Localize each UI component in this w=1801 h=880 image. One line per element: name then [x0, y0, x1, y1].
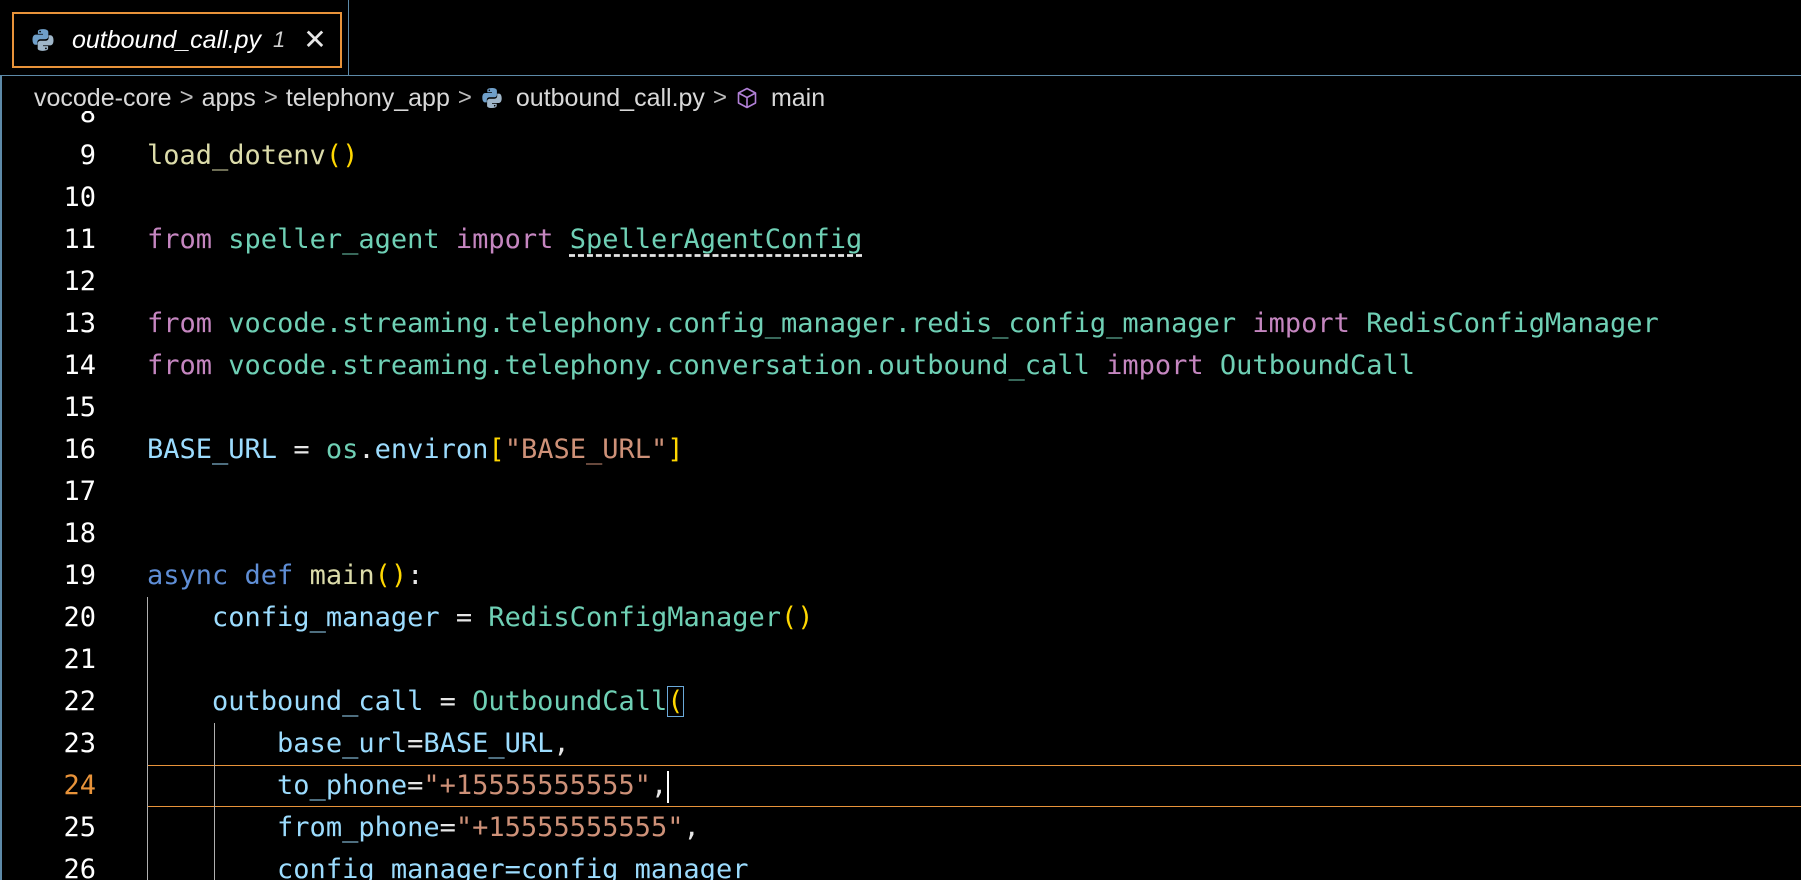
- tab-divider: [348, 0, 349, 76]
- code-line: 12: [0, 261, 1801, 303]
- line-number: 16: [63, 434, 96, 465]
- line-number: 20: [63, 602, 96, 633]
- code-line: 13 from vocode.streaming.telephony.confi…: [0, 303, 1801, 345]
- chevron-right-icon: >: [712, 84, 727, 111]
- code-text: base_url=BASE_URL,: [277, 728, 570, 759]
- code-text: config_manager=config_manager: [277, 854, 749, 880]
- code-text: to_phone="+15555555555",: [277, 770, 670, 803]
- line-number: 13: [63, 308, 96, 339]
- line-number: 26: [63, 854, 96, 880]
- code-text: config_manager = RedisConfigManager(): [212, 602, 814, 633]
- python-icon: [482, 88, 502, 108]
- code-editor[interactable]: 8 9 load_dotenv() 10 11 from speller_age…: [0, 111, 1801, 880]
- line-number: 10: [63, 182, 96, 213]
- code-line: 10: [0, 177, 1801, 219]
- code-text: from speller_agent import SpellerAgentCo…: [147, 224, 863, 255]
- code-line: 15: [0, 387, 1801, 429]
- breadcrumb-item-file[interactable]: outbound_call.py: [516, 84, 705, 113]
- line-number: 24: [63, 770, 96, 801]
- code-line: 14 from vocode.streaming.telephony.conve…: [0, 345, 1801, 387]
- code-line: 21: [0, 639, 1801, 681]
- tab-filename: outbound_call.py: [72, 25, 262, 54]
- code-line: 19 async def main():: [0, 555, 1801, 597]
- indent-guide: [214, 723, 215, 880]
- line-number: 9: [79, 140, 96, 171]
- tab-outbound-call[interactable]: outbound_call.py 1 ✕: [12, 12, 342, 68]
- line-number: 14: [63, 350, 96, 381]
- problem-count-badge: 1: [273, 27, 286, 52]
- code-line-active: 24 to_phone="+15555555555",: [0, 765, 1801, 807]
- line-number: 25: [63, 812, 96, 843]
- code-line: 11 from speller_agent import SpellerAgen…: [0, 219, 1801, 261]
- line-number: 21: [63, 644, 96, 675]
- breadcrumb-item-root[interactable]: vocode-core: [34, 84, 172, 113]
- line-number: 8: [79, 111, 96, 129]
- line-number: 19: [63, 560, 96, 591]
- line-number: 12: [63, 266, 96, 297]
- tab-bar: outbound_call.py 1 ✕: [0, 0, 1801, 76]
- code-line: 22 outbound_call = OutboundCall(: [0, 681, 1801, 723]
- code-text: async def main():: [147, 560, 424, 591]
- line-number: 15: [63, 392, 96, 423]
- code-line: 8: [0, 111, 1801, 135]
- breadcrumb-item-symbol[interactable]: main: [771, 84, 825, 113]
- code-line: 26 config_manager=config_manager: [0, 849, 1801, 880]
- line-number: 23: [63, 728, 96, 759]
- code-line: 9 load_dotenv(): [0, 135, 1801, 177]
- python-icon: [32, 29, 54, 51]
- code-text: from vocode.streaming.telephony.config_m…: [147, 308, 1659, 339]
- indent-guide: [147, 597, 148, 880]
- line-number: 22: [63, 686, 96, 717]
- code-line: 17: [0, 471, 1801, 513]
- close-icon[interactable]: ✕: [303, 26, 326, 54]
- code-text: BASE_URL = os.environ["BASE_URL"]: [147, 434, 684, 465]
- breadcrumb-item-telephony-app[interactable]: telephony_app: [286, 84, 450, 113]
- code-text: outbound_call = OutboundCall(: [212, 686, 684, 717]
- cube-symbol-icon: [737, 87, 757, 109]
- line-number: 17: [63, 476, 96, 507]
- breadcrumb-item-apps[interactable]: apps: [202, 84, 256, 113]
- code-text: load_dotenv(): [147, 140, 359, 171]
- code-line: 16 BASE_URL = os.environ["BASE_URL"]: [0, 429, 1801, 471]
- chevron-right-icon: >: [179, 84, 194, 111]
- line-number: 11: [63, 224, 96, 255]
- code-line: 20 config_manager = RedisConfigManager(): [0, 597, 1801, 639]
- code-line: 23 base_url=BASE_URL,: [0, 723, 1801, 765]
- chevron-right-icon: >: [263, 84, 278, 111]
- line-number: 18: [63, 518, 96, 549]
- code-text: from_phone="+15555555555",: [277, 812, 700, 843]
- chevron-right-icon: >: [457, 84, 472, 111]
- text-cursor: [667, 770, 670, 803]
- code-line: 18: [0, 513, 1801, 555]
- code-line: 25 from_phone="+15555555555",: [0, 807, 1801, 849]
- unresolved-import-warning: SpellerAgentConfig: [569, 224, 863, 255]
- matched-bracket: (: [667, 686, 684, 717]
- code-text: from vocode.streaming.telephony.conversa…: [147, 350, 1415, 381]
